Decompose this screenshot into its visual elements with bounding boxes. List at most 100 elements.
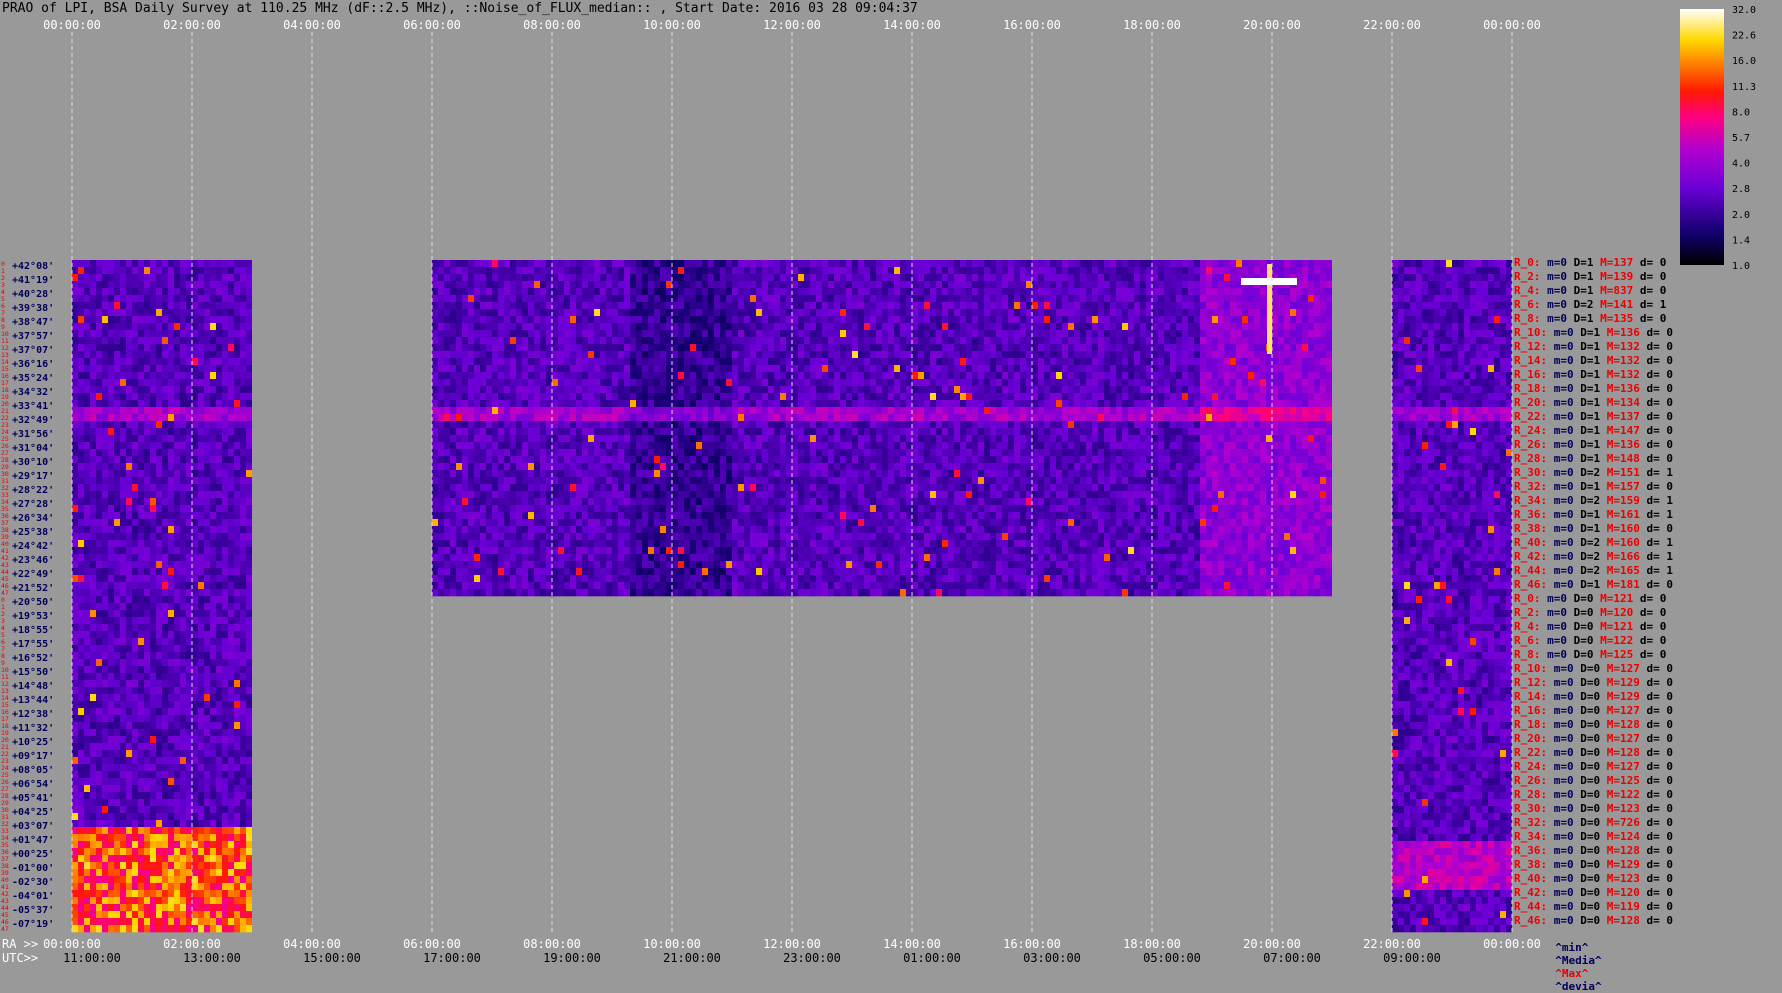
heat-cell [126, 631, 132, 639]
heat-cell [108, 869, 114, 877]
heat-cell [900, 288, 906, 296]
heat-cell [90, 498, 96, 506]
heat-cell [246, 442, 252, 450]
heat-cell [666, 344, 672, 352]
heat-cell [600, 295, 606, 303]
heat-cell [1320, 302, 1326, 310]
heat-cell [1260, 323, 1266, 331]
heat-cell [1056, 295, 1062, 303]
heat-cell [216, 638, 222, 646]
heat-cell [126, 505, 132, 513]
heat-cell [126, 414, 132, 422]
heat-cell [1158, 260, 1164, 268]
heat-cell [1188, 337, 1194, 345]
heat-cell [636, 330, 642, 338]
heat-cell [210, 897, 216, 905]
heat-cell [246, 652, 252, 660]
heat-cell [150, 274, 156, 282]
heat-cell [186, 827, 192, 835]
heat-cell [108, 610, 114, 618]
heat-cell [108, 582, 114, 590]
heat-cell [150, 610, 156, 618]
heat-cell [192, 344, 198, 352]
heat-cell [246, 820, 252, 828]
heat-cell [210, 820, 216, 828]
heat-cell [162, 512, 168, 520]
heat-cell [246, 519, 252, 527]
heat-cell [834, 344, 840, 352]
heat-cell [1068, 274, 1074, 282]
heat-cell [510, 302, 516, 310]
heat-cell [162, 911, 168, 919]
heat-cell [150, 407, 156, 415]
heat-cell [138, 575, 144, 583]
heat-cell [90, 533, 96, 541]
heat-cell [150, 890, 156, 898]
heat-cell [1170, 281, 1176, 289]
heat-cell [198, 904, 204, 912]
heat-cell [156, 785, 162, 793]
heat-cell [798, 344, 804, 352]
heat-cell [162, 260, 168, 268]
heat-cell [132, 393, 138, 401]
heat-cell [1176, 316, 1182, 324]
heat-cell [114, 351, 120, 359]
heat-cell [912, 330, 918, 338]
heat-cell [108, 379, 114, 387]
heat-cell [828, 323, 834, 331]
heat-cell [132, 288, 138, 296]
heat-cell [108, 568, 114, 576]
heat-cell [114, 435, 120, 443]
heat-cell [108, 911, 114, 919]
heat-cell [804, 267, 810, 275]
heat-cell [468, 316, 474, 324]
heat-cell [546, 281, 552, 289]
heat-cell [240, 386, 246, 394]
heat-cell [228, 442, 234, 450]
heat-cell [186, 596, 192, 604]
heat-cell [600, 267, 606, 275]
heat-cell [174, 918, 180, 926]
heat-cell [222, 764, 228, 772]
heat-cell [102, 428, 108, 436]
heat-cell [1062, 323, 1068, 331]
heat-cell [780, 323, 786, 331]
heat-cell [732, 316, 738, 324]
heat-cell [1008, 274, 1014, 282]
heat-cell [102, 421, 108, 429]
heat-cell [948, 260, 954, 268]
heat-cell [114, 498, 120, 506]
heat-cell [240, 498, 246, 506]
heat-cell [138, 687, 144, 695]
heat-cell [1308, 323, 1314, 331]
heat-cell [162, 715, 168, 723]
heat-cell [1230, 260, 1236, 268]
heat-cell [852, 267, 858, 275]
heat-cell [534, 295, 540, 303]
heat-cell [474, 274, 480, 282]
heat-cell [168, 666, 174, 674]
heat-cell [90, 330, 96, 338]
heat-cell [840, 316, 846, 324]
heat-cell [1248, 288, 1254, 296]
heat-cell [216, 827, 222, 835]
heat-cell [558, 309, 564, 317]
heat-cell [138, 911, 144, 919]
heat-cell [126, 498, 132, 506]
heat-cell [234, 260, 240, 268]
heat-cell [168, 925, 174, 933]
heat-cell [1164, 323, 1170, 331]
heat-cell [576, 351, 582, 359]
heat-cell [102, 449, 108, 457]
heat-cell [732, 344, 738, 352]
heat-cell [186, 652, 192, 660]
heat-cell [1014, 309, 1020, 317]
heat-cell [798, 274, 804, 282]
heat-cell [570, 330, 576, 338]
heat-cell [78, 337, 84, 345]
heat-cell [1128, 337, 1134, 345]
heat-cell [210, 582, 216, 590]
heat-cell [162, 421, 168, 429]
heat-cell [828, 330, 834, 338]
heat-cell [84, 820, 90, 828]
